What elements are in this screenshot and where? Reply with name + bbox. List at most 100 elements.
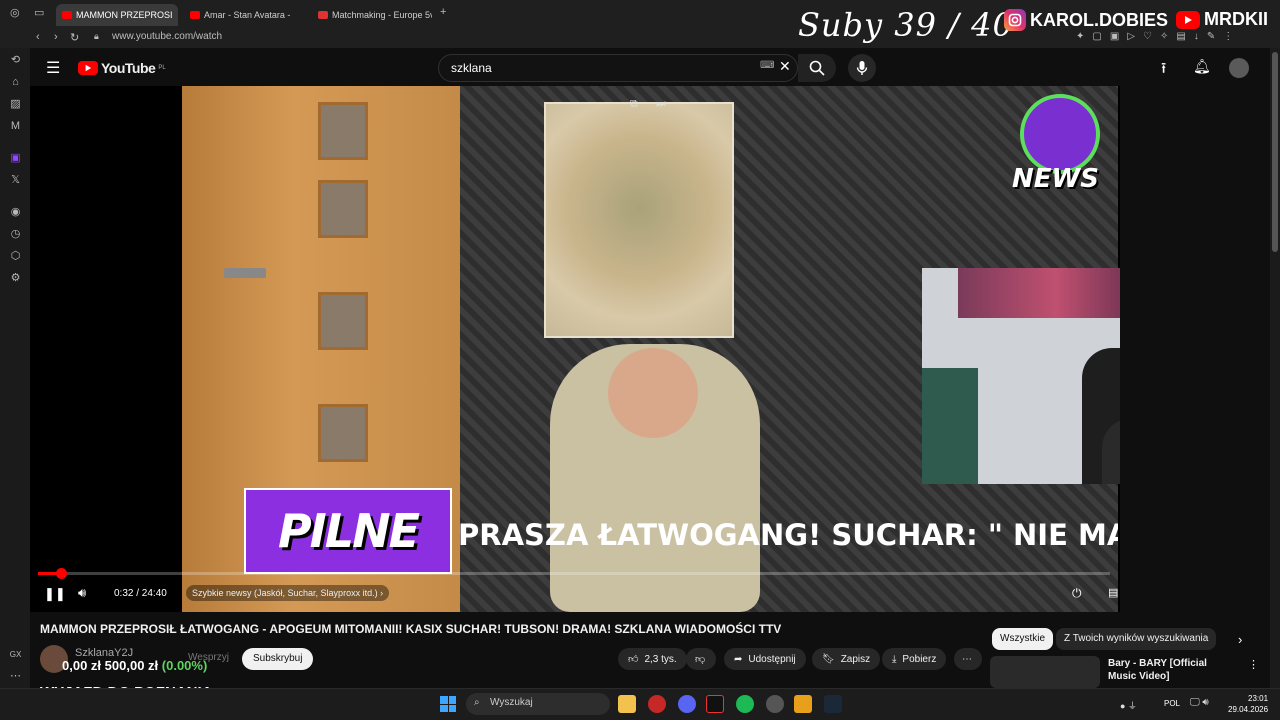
play-icon[interactable]: ▷	[1127, 31, 1135, 42]
tab-label: MAMMON PRZEPROSI	[76, 10, 173, 20]
taskbar-search[interactable]: Wyszukaj	[466, 693, 610, 715]
door-pane	[318, 292, 368, 350]
sidebar-bag-icon[interactable]: ⌂	[9, 76, 22, 89]
share-button[interactable]: ➦ Udostępnij	[724, 648, 806, 670]
search-button[interactable]	[798, 54, 836, 82]
windows-start-icon[interactable]	[440, 696, 456, 712]
opera-gx-icon[interactable]	[648, 695, 666, 713]
clear-search-icon[interactable]: ✕	[779, 58, 791, 75]
download-icon[interactable]: ↓	[1194, 31, 1199, 42]
forward-icon[interactable]: ›	[54, 31, 58, 43]
subscribe-button[interactable]: Subskrybuj	[242, 648, 314, 670]
download-button[interactable]: ⤓ Pobierz	[882, 648, 947, 670]
chapter-button[interactable]: Szybkie newsy (Jaskół, Suchar, Slayproxx…	[186, 585, 390, 601]
url-field[interactable]: www.youtube.com/watch	[112, 31, 222, 42]
sidebar-x-icon[interactable]: 𝕏	[9, 174, 22, 187]
hamburger-menu-icon[interactable]: ☰	[46, 58, 60, 78]
instagram-icon	[1004, 9, 1026, 31]
tab-matchmaking[interactable]: Matchmaking - Europe 5v	[312, 4, 432, 26]
video-player[interactable]: NEWS ⧉ ⏭ PILNE PRASZA ŁATWOGANG! SUCHAR:…	[30, 86, 1120, 612]
sidebar-history-icon[interactable]: ⟲	[9, 54, 22, 67]
donation-goal: 500,00 zł	[104, 658, 159, 673]
region-label: PL	[158, 65, 166, 71]
puzzle-icon[interactable]: ✧	[1160, 31, 1168, 42]
sidebar-player-icon[interactable]: ◉	[9, 206, 22, 219]
keyboard-icon[interactable]: ⌨	[760, 60, 774, 71]
tab-mammon[interactable]: MAMMON PRZEPROSI	[56, 4, 178, 26]
sidebar-clock-icon[interactable]: ◷	[9, 228, 22, 241]
app2-icon[interactable]	[794, 695, 812, 713]
dislike-button[interactable]: 👎︎	[686, 648, 716, 670]
settings-app-icon[interactable]	[766, 695, 784, 713]
wallet-icon[interactable]: ▤	[1176, 31, 1185, 42]
account-avatar[interactable]	[1229, 58, 1249, 78]
scrollbar-thumb[interactable]	[1272, 52, 1278, 252]
tab-overview-icon[interactable]: ▭	[34, 6, 44, 19]
volume-icon[interactable]: 🔊︎	[78, 585, 86, 601]
windows-taskbar	[0, 688, 1280, 720]
chips-next-icon[interactable]: ›	[1238, 632, 1242, 647]
chip-all[interactable]: Wszystkie	[992, 628, 1053, 650]
taskbar-clock[interactable]: 23:01 29.04.2026	[1228, 693, 1268, 715]
youtube-logo[interactable]: YouTube PL	[78, 60, 166, 76]
subs-counter-overlay: Suby 39 / 40	[798, 6, 1014, 44]
tab-amar[interactable]: Amar - Stan Avatara -	[184, 4, 304, 26]
pause-icon[interactable]: ❚❚	[44, 586, 66, 602]
chip-from-search[interactable]: Z Twoich wyników wyszukiwania	[1056, 628, 1217, 650]
chapter-label: Szybkie newsy (Jaskół, Suchar, Slayproxx…	[192, 588, 378, 598]
like-button[interactable]: 👍︎ 2,3 tys.	[618, 648, 687, 670]
recommendation-title[interactable]: Bary - BARY [Official Music Video]	[1108, 657, 1238, 683]
recommendation-thumbnail[interactable]	[990, 656, 1100, 688]
miniplayer-icon[interactable]: ⧉	[630, 98, 638, 111]
ai-icon[interactable]: ✎	[1207, 31, 1215, 42]
voice-search-button[interactable]	[848, 54, 876, 82]
menu-dots-icon[interactable]: ⋮	[1223, 31, 1233, 42]
knews-logo: NEWS	[1012, 94, 1102, 204]
tab-label: Matchmaking - Europe 5v	[332, 10, 432, 20]
skip-icon[interactable]: ⏭	[656, 98, 666, 111]
upload-icon[interactable]: ⭱	[1161, 58, 1166, 83]
steam-icon[interactable]	[824, 695, 842, 713]
discord-icon[interactable]	[678, 695, 696, 713]
sidebar-twitch-icon[interactable]: ▣	[9, 152, 22, 165]
sidebar-gallery-icon[interactable]: ▨	[9, 98, 22, 111]
instagram-overlay: KAROL.DOBIES	[1004, 9, 1168, 31]
autoplay-toggle[interactable]: ⏻	[1072, 586, 1082, 601]
door-pane	[318, 102, 368, 160]
save-button[interactable]: 🔖︎ Zapisz	[812, 648, 881, 670]
support-button[interactable]: Wesprzyj	[188, 652, 229, 663]
sidebar-gx-icon[interactable]: GX	[9, 648, 22, 661]
pin-icon[interactable]: ✦	[1076, 31, 1084, 42]
language-indicator[interactable]: POL	[1164, 699, 1180, 708]
download-label: Pobierz	[902, 653, 937, 665]
sidebar-m-icon[interactable]: M	[9, 120, 22, 133]
notifications-bell-icon[interactable]: 🔔︎	[1193, 58, 1211, 75]
more-actions-button[interactable]: ⋯	[954, 648, 982, 670]
spotify-icon[interactable]	[736, 695, 754, 713]
scrubber-handle[interactable]	[56, 568, 68, 579]
back-icon[interactable]: ‹	[36, 31, 40, 43]
search-icon	[809, 60, 825, 76]
browser-sidebar	[0, 48, 30, 688]
sidebar-more-icon[interactable]: ⋯	[9, 670, 22, 683]
sidebar-settings-icon[interactable]: ⚙	[9, 272, 22, 285]
screenshot-icon[interactable]: ▢	[1092, 31, 1101, 42]
new-tab-icon[interactable]: +	[440, 6, 446, 18]
youtube-play-icon	[78, 61, 98, 75]
tray-icons[interactable]: ● ⏚	[1120, 699, 1137, 712]
browser-logo-icon[interactable]: ◎	[10, 6, 20, 19]
recommendation-menu-icon[interactable]: ⋮	[1248, 658, 1259, 671]
heart-icon[interactable]: ♡	[1143, 31, 1152, 42]
wall-map	[544, 102, 734, 338]
reload-icon[interactable]: ↻	[70, 31, 79, 44]
more-dots-icon: ⋯	[962, 653, 972, 665]
extensions-icon[interactable]: ▣	[1110, 31, 1119, 42]
sidebar-cube-icon[interactable]: ⬡	[9, 250, 22, 263]
progress-bar[interactable]	[38, 568, 1110, 579]
door-pane	[318, 404, 368, 462]
subtitles-icon[interactable]: ▤	[1108, 586, 1118, 599]
search-input[interactable]: szklana	[438, 54, 798, 82]
file-explorer-icon[interactable]	[618, 695, 636, 713]
app-icon[interactable]	[706, 695, 724, 713]
network-volume-icon[interactable]: 🖵︎ 🔊︎	[1190, 697, 1209, 708]
